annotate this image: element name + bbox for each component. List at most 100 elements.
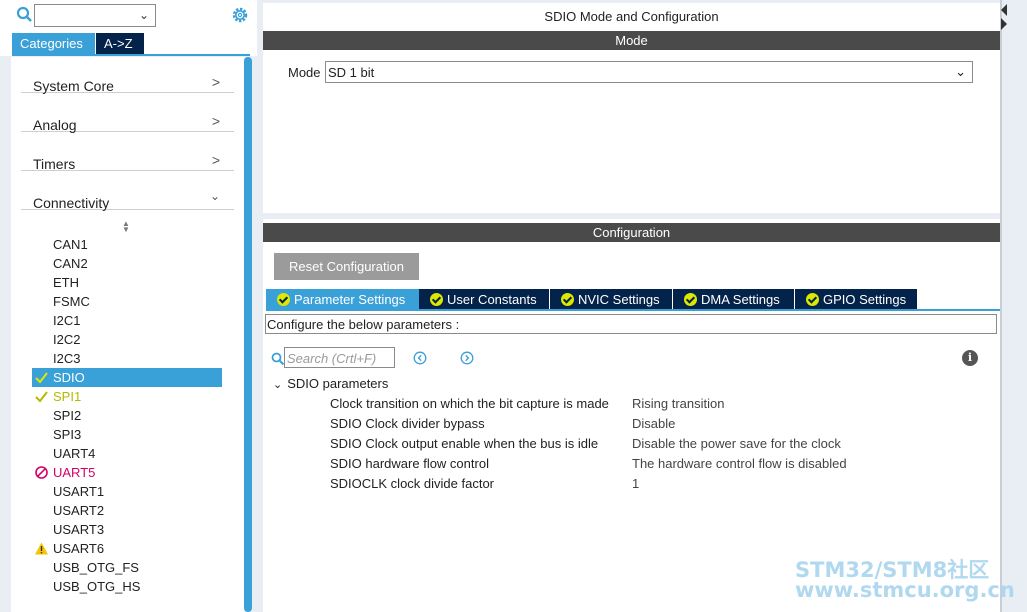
- parameter-search-input[interactable]: Search (Crtl+F): [284, 347, 395, 368]
- right-collapse-strip: [1000, 0, 1027, 612]
- check-circle-icon: [684, 293, 697, 306]
- category-label: Connectivity: [33, 195, 110, 211]
- chevron-left-circle-icon[interactable]: [413, 351, 427, 365]
- peripheral-label: SDIO: [53, 370, 85, 385]
- category-analog[interactable]: Analog >: [21, 102, 234, 133]
- warning-icon: [35, 542, 48, 555]
- peripheral-item-uart4[interactable]: UART4: [32, 444, 222, 463]
- peripheral-item-i2c2[interactable]: I2C2: [32, 330, 222, 349]
- check-circle-icon: [430, 293, 443, 306]
- chevron-right-circle-icon[interactable]: [460, 351, 474, 365]
- category-label: System Core: [33, 78, 114, 94]
- chevron-down-icon: ⌄: [209, 189, 220, 203]
- peripheral-label: I2C1: [53, 313, 81, 328]
- peripheral-item-eth[interactable]: ETH: [32, 273, 222, 292]
- check-circle-icon: [277, 293, 290, 306]
- mode-select-value: SD 1 bit: [328, 65, 375, 80]
- watermark-url: www.stmcu.org.cn: [795, 578, 1015, 602]
- category-connectivity[interactable]: Connectivity ⌄: [21, 180, 234, 211]
- peripheral-label: USART1: [53, 484, 105, 499]
- peripheral-item-usart3[interactable]: USART3: [32, 520, 222, 539]
- peripheral-item-can1[interactable]: CAN1: [32, 235, 222, 254]
- category-system-core[interactable]: System Core >: [21, 63, 234, 94]
- page-title: SDIO Mode and Configuration: [544, 9, 719, 24]
- tab-label: User Constants: [447, 292, 537, 307]
- parameter-name: Clock transition on which the bit captur…: [330, 396, 609, 411]
- chevron-down-icon: ⌄: [138, 8, 149, 22]
- parameter-name: SDIOCLK clock divide factor: [330, 476, 495, 491]
- category-search-select[interactable]: ⌄: [34, 4, 156, 27]
- peripheral-item-usart6[interactable]: USART6: [32, 539, 222, 558]
- peripheral-item-usb_otg_fs[interactable]: USB_OTG_FS: [32, 558, 222, 577]
- peripheral-item-can2[interactable]: CAN2: [32, 254, 222, 273]
- peripheral-label: USB_OTG_HS: [53, 579, 141, 594]
- blocked-icon: [35, 466, 48, 479]
- chevron-down-icon: ⌄: [273, 379, 283, 391]
- peripheral-label: ETH: [53, 275, 79, 290]
- reset-configuration-button[interactable]: Reset Configuration: [274, 253, 419, 280]
- parameter-value: 1: [632, 476, 640, 491]
- parameter-value: Rising transition: [632, 396, 725, 411]
- category-scrollbar[interactable]: [244, 57, 252, 612]
- peripheral-item-usart1[interactable]: USART1: [32, 482, 222, 501]
- tab-parameter-settings[interactable]: Parameter Settings: [266, 289, 419, 310]
- check-circle-icon: [806, 293, 819, 306]
- search-icon: [271, 352, 285, 366]
- peripheral-item-i2c1[interactable]: I2C1: [32, 311, 222, 330]
- configuration-section-header: Configuration: [263, 223, 1000, 242]
- mode-label: Mode: [288, 65, 321, 80]
- peripheral-label: USART6: [53, 541, 105, 556]
- peripheral-item-spi3[interactable]: SPI3: [32, 425, 222, 444]
- search-icon[interactable]: [16, 6, 34, 24]
- peripheral-item-sdio[interactable]: SDIO: [32, 368, 222, 387]
- expand-right-icon[interactable]: [1001, 18, 1007, 30]
- configuration-description: Configure the below parameters :: [265, 314, 997, 334]
- peripheral-item-i2c3[interactable]: I2C3: [32, 349, 222, 368]
- check-icon: [35, 391, 48, 403]
- peripheral-label: USB_OTG_FS: [53, 560, 139, 575]
- peripheral-item-usb_otg_hs[interactable]: USB_OTG_HS: [32, 577, 222, 596]
- left-panel: ⌄ Categories A->Z System Core > Analog >…: [0, 0, 257, 612]
- tab-label: DMA Settings: [701, 292, 780, 307]
- peripheral-item-spi2[interactable]: SPI2: [32, 406, 222, 425]
- mode-section-header: Mode: [263, 31, 1000, 50]
- check-icon: [35, 372, 48, 384]
- parameter-value: Disable the power save for the clock: [632, 436, 841, 451]
- mode-select[interactable]: SD 1 bit ⌄: [325, 61, 973, 83]
- tab-dma-settings[interactable]: DMA Settings: [673, 289, 794, 310]
- tab-divider: [12, 54, 250, 56]
- peripheral-item-fsmc[interactable]: FSMC: [32, 292, 222, 311]
- tab-underline: [266, 309, 1000, 311]
- parameter-row[interactable]: SDIO hardware flow control The hardware c…: [330, 456, 930, 476]
- peripheral-label: CAN2: [53, 256, 88, 271]
- peripheral-label: UART5: [53, 465, 96, 480]
- peripheral-item-uart5[interactable]: UART5: [32, 463, 222, 482]
- peripheral-label: FSMC: [53, 294, 90, 309]
- tab-nvic-settings[interactable]: NVIC Settings: [550, 289, 672, 310]
- peripheral-label: CAN1: [53, 237, 88, 252]
- parameter-value: Disable: [632, 416, 676, 431]
- peripheral-label: USART3: [53, 522, 105, 537]
- sort-icon[interactable]: ▲ ▼: [122, 220, 130, 234]
- parameter-row[interactable]: SDIO Clock divider bypass Disable: [330, 416, 930, 436]
- tab-gpio-settings[interactable]: GPIO Settings: [795, 289, 917, 310]
- tab-a-to-z[interactable]: A->Z: [96, 33, 144, 54]
- tab-user-constants[interactable]: User Constants: [419, 289, 549, 310]
- chevron-right-icon: >: [211, 152, 220, 168]
- peripheral-item-usart2[interactable]: USART2: [32, 501, 222, 520]
- peripheral-item-spi1[interactable]: SPI1: [32, 387, 222, 406]
- gear-icon[interactable]: [230, 5, 250, 25]
- parameter-name: SDIO hardware flow control: [330, 456, 489, 471]
- parameter-row[interactable]: Clock transition on which the bit captur…: [330, 396, 930, 416]
- category-timers[interactable]: Timers >: [21, 141, 234, 172]
- chevron-right-icon: >: [211, 74, 220, 90]
- sdio-parameters-group[interactable]: ⌄ SDIO parameters: [273, 376, 388, 391]
- collapse-left-icon[interactable]: [1001, 4, 1007, 16]
- info-icon[interactable]: i: [962, 350, 978, 366]
- parameter-row[interactable]: SDIO Clock output enable when the bus is…: [330, 436, 930, 456]
- tab-categories[interactable]: Categories: [12, 33, 95, 54]
- search-placeholder: Search (Crtl+F): [287, 351, 377, 366]
- parameter-row[interactable]: SDIOCLK clock divide factor 1: [330, 476, 930, 496]
- peripheral-label: UART4: [53, 446, 96, 461]
- peripheral-label: I2C3: [53, 351, 81, 366]
